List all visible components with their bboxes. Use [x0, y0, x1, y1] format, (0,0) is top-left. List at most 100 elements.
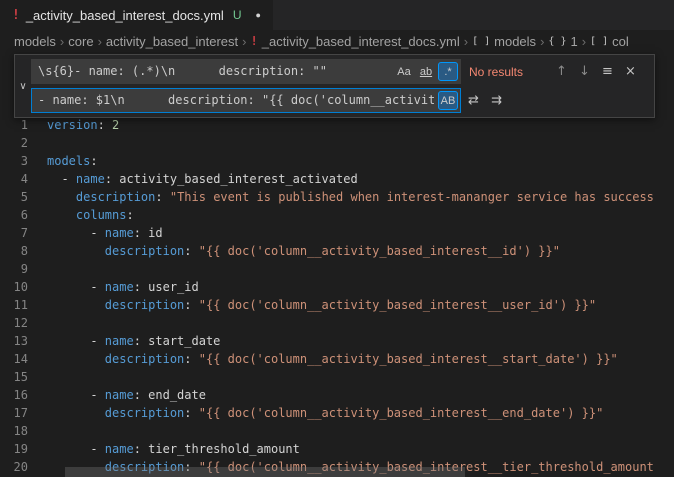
breadcrumb-separator-icon: › [540, 34, 544, 49]
replace-all-icon: ⇉ [491, 93, 502, 108]
tab-bar: ! _activity_based_interest_docs.yml U ● [0, 0, 674, 30]
find-input[interactable]: \s{6}- name: (.*)\n description: "" [32, 60, 388, 83]
breadcrumb-item[interactable]: ! _activity_based_interest_docs.yml [251, 34, 460, 49]
line-number: 5 [0, 188, 28, 206]
find-replace-widget: ∨ \s{6}- name: (.*)\n description: "" Aa… [14, 54, 655, 118]
yaml-file-icon: ! [12, 8, 20, 23]
code-line[interactable]: 9 [0, 260, 674, 278]
breadcrumb-item[interactable]: [ ]col [590, 34, 629, 49]
code-line[interactable]: 10 - name: user_id [0, 278, 674, 296]
regex-toggle[interactable]: .* [438, 62, 458, 81]
code-line[interactable]: 8 description: "{{ doc('column__activity… [0, 242, 674, 260]
code-line-text: version: 2 [28, 116, 119, 134]
code-line[interactable]: 11 description: "{{ doc('column__activit… [0, 296, 674, 314]
code-line[interactable]: 19 - name: tier_threshold_amount [0, 440, 674, 458]
breadcrumb-label: _activity_based_interest_docs.yml [262, 34, 460, 49]
line-number: 4 [0, 170, 28, 188]
breadcrumb-item[interactable]: [ ] models [472, 34, 536, 49]
breadcrumb-label: models [494, 34, 536, 49]
line-number: 8 [0, 242, 28, 260]
code-line[interactable]: 14 description: "{{ doc('column__activit… [0, 350, 674, 368]
line-number: 9 [0, 260, 28, 278]
code-line[interactable]: 12 [0, 314, 674, 332]
find-options: Aaab.* [394, 62, 458, 81]
preserve-case-toggle[interactable]: AB [438, 91, 458, 110]
breadcrumb-separator-icon: › [582, 34, 586, 49]
code-line-text: columns: [28, 206, 134, 224]
code-line[interactable]: 7 - name: id [0, 224, 674, 242]
breadcrumb-item[interactable]: activity_based_interest [106, 34, 238, 49]
match-case-toggle[interactable]: Aa [394, 62, 414, 81]
find-in-selection-button[interactable]: ≡ [597, 61, 618, 82]
find-results-count: No results [469, 65, 541, 79]
code-line[interactable]: 15 [0, 368, 674, 386]
vscode-window: ! _activity_based_interest_docs.yml U ● … [0, 0, 674, 477]
breadcrumb-label: 1 [570, 34, 577, 49]
editor-tab[interactable]: ! _activity_based_interest_docs.yml U ● [0, 0, 273, 30]
replace-all-button[interactable]: ⇉ [486, 90, 507, 111]
code-line[interactable]: 18 [0, 422, 674, 440]
find-input-box: \s{6}- name: (.*)\n description: "" Aaab… [31, 59, 461, 84]
arrow-down-icon: ↓ [579, 64, 590, 79]
code-line-text: description: "{{ doc('column__activity_b… [28, 404, 603, 422]
replace-input-box: - name: $1\n description: "{{ doc('colum… [31, 88, 461, 113]
line-number: 18 [0, 422, 28, 440]
line-number: 17 [0, 404, 28, 422]
replace-input[interactable]: - name: $1\n description: "{{ doc('colum… [32, 89, 434, 112]
close-find-widget-button[interactable]: × [620, 61, 641, 82]
breadcrumb-label: models [14, 34, 56, 49]
code-line-text [28, 260, 47, 278]
code-line-text [28, 314, 47, 332]
breadcrumb-item[interactable]: models [14, 34, 56, 49]
horizontal-scrollbar[interactable] [65, 467, 465, 477]
code-line-text: description: "{{ doc('column__activity_b… [28, 296, 596, 314]
yaml-icon: ! [251, 34, 258, 48]
breadcrumb-separator-icon: › [464, 34, 468, 49]
code-line[interactable]: 1version: 2 [0, 116, 674, 134]
arrow-up-icon: ↑ [556, 64, 567, 79]
code-line[interactable]: 2 [0, 134, 674, 152]
line-number: 7 [0, 224, 28, 242]
code-line-text: description: "This event is published wh… [28, 188, 654, 206]
line-number: 2 [0, 134, 28, 152]
code-line-text: - name: user_id [28, 278, 199, 296]
array-icon: [ ] [472, 36, 490, 47]
code-line-text: - name: activity_based_interest_activate… [28, 170, 358, 188]
previous-match-button[interactable]: ↑ [551, 61, 572, 82]
breadcrumb-separator-icon: › [98, 34, 102, 49]
object-icon: { } [548, 36, 566, 47]
line-number: 6 [0, 206, 28, 224]
code-line[interactable]: 16 - name: end_date [0, 386, 674, 404]
breadcrumb-label: core [68, 34, 93, 49]
line-number: 13 [0, 332, 28, 350]
code-line-text: - name: id [28, 224, 163, 242]
code-line[interactable]: 17 description: "{{ doc('column__activit… [0, 404, 674, 422]
breadcrumb-item[interactable]: core [68, 34, 93, 49]
tab-filename: _activity_based_interest_docs.yml [26, 8, 224, 23]
replace-icon: ⇄ [468, 93, 479, 108]
code-line[interactable]: 6 columns: [0, 206, 674, 224]
whole-word-toggle[interactable]: ab [416, 62, 436, 81]
code-line[interactable]: 13 - name: start_date [0, 332, 674, 350]
breadcrumb-item[interactable]: { } 1 [548, 34, 577, 49]
unsaved-dot-icon[interactable]: ● [256, 10, 261, 20]
breadcrumb-separator-icon: › [242, 34, 246, 49]
replace-button[interactable]: ⇄ [463, 90, 484, 111]
code-line-text [28, 134, 47, 152]
find-row: \s{6}- name: (.*)\n description: "" Aaab… [31, 59, 650, 84]
code-line[interactable]: 4 - name: activity_based_interest_activa… [0, 170, 674, 188]
line-number: 11 [0, 296, 28, 314]
close-icon: × [625, 64, 636, 79]
line-number: 16 [0, 386, 28, 404]
toggle-replace-button[interactable]: ∨ [15, 55, 31, 117]
line-number: 3 [0, 152, 28, 170]
code-line[interactable]: 3models: [0, 152, 674, 170]
next-match-button[interactable]: ↓ [574, 61, 595, 82]
git-status-badge: U [233, 8, 242, 22]
code-line[interactable]: 5 description: "This event is published … [0, 188, 674, 206]
code-line-text: description: "{{ doc('column__activity_b… [28, 350, 618, 368]
line-number: 1 [0, 116, 28, 134]
line-number: 20 [0, 458, 28, 476]
code-line-text: - name: tier_threshold_amount [28, 440, 300, 458]
line-number: 15 [0, 368, 28, 386]
